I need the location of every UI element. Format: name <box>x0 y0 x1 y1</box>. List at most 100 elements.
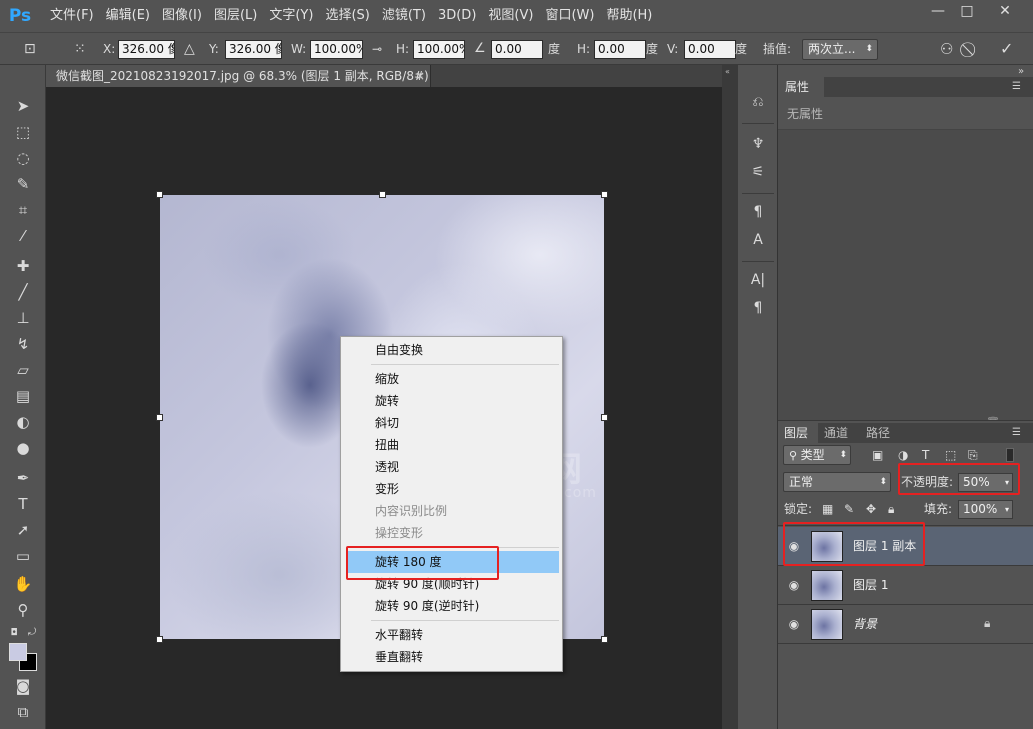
menu-help[interactable]: 帮助(H) <box>600 0 658 32</box>
default-colors-icon[interactable]: ◘ <box>7 622 21 644</box>
tab-layers[interactable]: 图层 <box>778 423 818 443</box>
close-document-icon[interactable]: × <box>415 65 429 87</box>
visibility-eye-icon[interactable]: ◉ <box>785 616 803 632</box>
menu-type[interactable]: 文字(Y) <box>263 0 319 32</box>
filter-pixel-icon[interactable]: ▣ <box>872 445 883 465</box>
interpolation-select[interactable]: 两次立... ⬍ <box>802 39 878 60</box>
paragraph-panel-icon[interactable]: ¶ <box>746 297 770 319</box>
character-styles-icon[interactable]: A <box>746 229 770 251</box>
tab-channels[interactable]: 通道 <box>818 423 860 443</box>
move-tool-icon[interactable]: ➤ <box>11 95 35 117</box>
width-input[interactable]: 100.00% <box>310 40 363 59</box>
menu-item-scale[interactable]: 缩放 <box>346 368 559 390</box>
menu-item-warp[interactable]: 变形 <box>346 478 559 500</box>
swap-colors-icon[interactable]: ⤾ <box>25 622 39 644</box>
transform-handle-top[interactable] <box>379 191 386 198</box>
menu-item-perspective[interactable]: 透视 <box>346 456 559 478</box>
collapse-arrows-icon[interactable]: « <box>725 67 730 76</box>
tab-properties[interactable]: 属性 <box>778 77 824 97</box>
menu-item-free-transform[interactable]: 自由变换 <box>346 339 559 361</box>
menu-item-flip-vertical[interactable]: 垂直翻转 <box>346 646 559 668</box>
stamp-tool-icon[interactable]: ⊥ <box>11 307 35 329</box>
tab-paths[interactable]: 路径 <box>860 423 902 443</box>
menu-window[interactable]: 窗口(W) <box>539 0 600 32</box>
filter-adjustment-icon[interactable]: ◑ <box>898 445 908 465</box>
fill-input[interactable]: 100% ▾ <box>958 500 1013 519</box>
menu-3d[interactable]: 3D(D) <box>432 0 482 32</box>
menu-item-skew[interactable]: 斜切 <box>346 412 559 434</box>
visibility-eye-icon[interactable]: ◉ <box>785 577 803 593</box>
path-select-tool-icon[interactable]: ➚ <box>11 519 35 541</box>
menu-item-distort[interactable]: 扭曲 <box>346 434 559 456</box>
menu-image[interactable]: 图像(I) <box>156 0 208 32</box>
eraser-tool-icon[interactable]: ▱ <box>11 359 35 381</box>
menu-select[interactable]: 选择(S) <box>319 0 375 32</box>
menu-view[interactable]: 视图(V) <box>482 0 539 32</box>
angle-input[interactable]: 0.00 <box>491 40 543 59</box>
transform-handle-bottom-left[interactable] <box>156 636 163 643</box>
x-position-input[interactable]: 326.00 像素 <box>118 40 175 59</box>
layer-name[interactable]: 图层 1 <box>853 566 888 605</box>
link-icon[interactable]: ⊸ <box>372 33 382 65</box>
transform-tool-icon[interactable]: ⊡ <box>24 33 36 65</box>
menu-file[interactable]: 文件(F) <box>44 0 100 32</box>
character-panel-icon[interactable]: A| <box>746 269 770 291</box>
h-skew-input[interactable]: 0.00 <box>594 40 646 59</box>
layer-filter-select[interactable]: ⚲ 类型 ⬍ <box>783 445 851 465</box>
relative-position-icon[interactable]: △ <box>184 33 195 65</box>
filter-smart-object-icon[interactable]: ⎘ <box>968 445 978 465</box>
screen-mode-icon[interactable]: ⧉ <box>11 701 35 723</box>
paragraph-styles-icon[interactable]: ¶ <box>746 201 770 223</box>
warp-mode-icon[interactable]: ⚇ <box>940 33 953 65</box>
adjustments-icon[interactable]: ⚟ <box>746 161 770 183</box>
shape-tool-icon[interactable]: ▭ <box>11 545 35 567</box>
panel-menu-icon[interactable]: ☰ <box>1012 81 1021 92</box>
transform-handle-top-right[interactable] <box>601 191 608 198</box>
type-tool-icon[interactable]: T <box>11 493 35 515</box>
y-position-input[interactable]: 326.00 像素 <box>225 40 282 59</box>
history-brush-tool-icon[interactable]: ↯ <box>11 333 35 355</box>
crop-tool-icon[interactable]: ⌗ <box>11 199 35 221</box>
transform-handle-right[interactable] <box>601 414 608 421</box>
lasso-tool-icon[interactable]: ◌ <box>11 147 35 169</box>
commit-transform-icon[interactable]: ✓ <box>1000 33 1013 65</box>
lock-image-icon[interactable]: ✎ <box>844 499 854 519</box>
brush-presets-icon[interactable]: ♆ <box>746 133 770 155</box>
maximize-button[interactable]: □ <box>952 0 982 22</box>
lock-transparent-icon[interactable]: ▦ <box>822 499 833 519</box>
minimize-button[interactable]: — <box>923 0 953 22</box>
transform-handle-top-left[interactable] <box>156 191 163 198</box>
chevron-down-icon[interactable]: ▾ <box>1005 501 1009 518</box>
height-input[interactable]: 100.00% <box>413 40 465 59</box>
hand-tool-icon[interactable]: ✋ <box>11 573 35 595</box>
reference-point-icon[interactable]: ⁙ <box>74 33 86 65</box>
lock-position-icon[interactable]: ✥ <box>866 499 876 519</box>
dodge-tool-icon[interactable]: ● <box>11 437 35 459</box>
transform-handle-bottom-right[interactable] <box>601 636 608 643</box>
layer-row[interactable]: ◉ 背景 🔒︎ <box>778 605 1033 644</box>
filter-type-icon[interactable]: T <box>922 445 929 465</box>
document-tab[interactable]: 微信截图_20210823192017.jpg @ 68.3% (图层 1 副本… <box>46 65 431 87</box>
marquee-tool-icon[interactable]: ⬚ <box>11 121 35 143</box>
menu-layer[interactable]: 图层(L) <box>208 0 263 32</box>
panel-collapse-strip[interactable]: « <box>722 65 738 729</box>
filter-toggle[interactable] <box>1006 448 1014 462</box>
pen-tool-icon[interactable]: ✒ <box>11 467 35 489</box>
healing-brush-tool-icon[interactable]: ✚ <box>11 255 35 277</box>
brush-tool-icon[interactable]: ╱ <box>11 281 35 303</box>
v-skew-input[interactable]: 0.00 <box>684 40 736 59</box>
menu-item-flip-horizontal[interactable]: 水平翻转 <box>346 624 559 646</box>
panel-menu-icon[interactable]: ☰ <box>1012 427 1021 438</box>
menu-item-rotate-90-ccw[interactable]: 旋转 90 度(逆时针) <box>346 595 559 617</box>
layer-name[interactable]: 背景 <box>853 605 877 644</box>
menu-edit[interactable]: 编辑(E) <box>100 0 156 32</box>
blur-tool-icon[interactable]: ◐ <box>11 411 35 433</box>
zoom-tool-icon[interactable]: ⚲ <box>11 599 35 621</box>
filter-shape-icon[interactable]: ⬚ <box>945 445 956 465</box>
blend-mode-select[interactable]: 正常 ⬍ <box>783 472 891 492</box>
lock-all-icon[interactable]: 🔒︎ <box>888 499 894 519</box>
layer-row[interactable]: ◉ 图层 1 <box>778 566 1033 605</box>
menu-item-rotate[interactable]: 旋转 <box>346 390 559 412</box>
eyedropper-tool-icon[interactable]: ⁄ <box>11 225 35 247</box>
close-window-button[interactable]: ✕ <box>990 0 1020 22</box>
